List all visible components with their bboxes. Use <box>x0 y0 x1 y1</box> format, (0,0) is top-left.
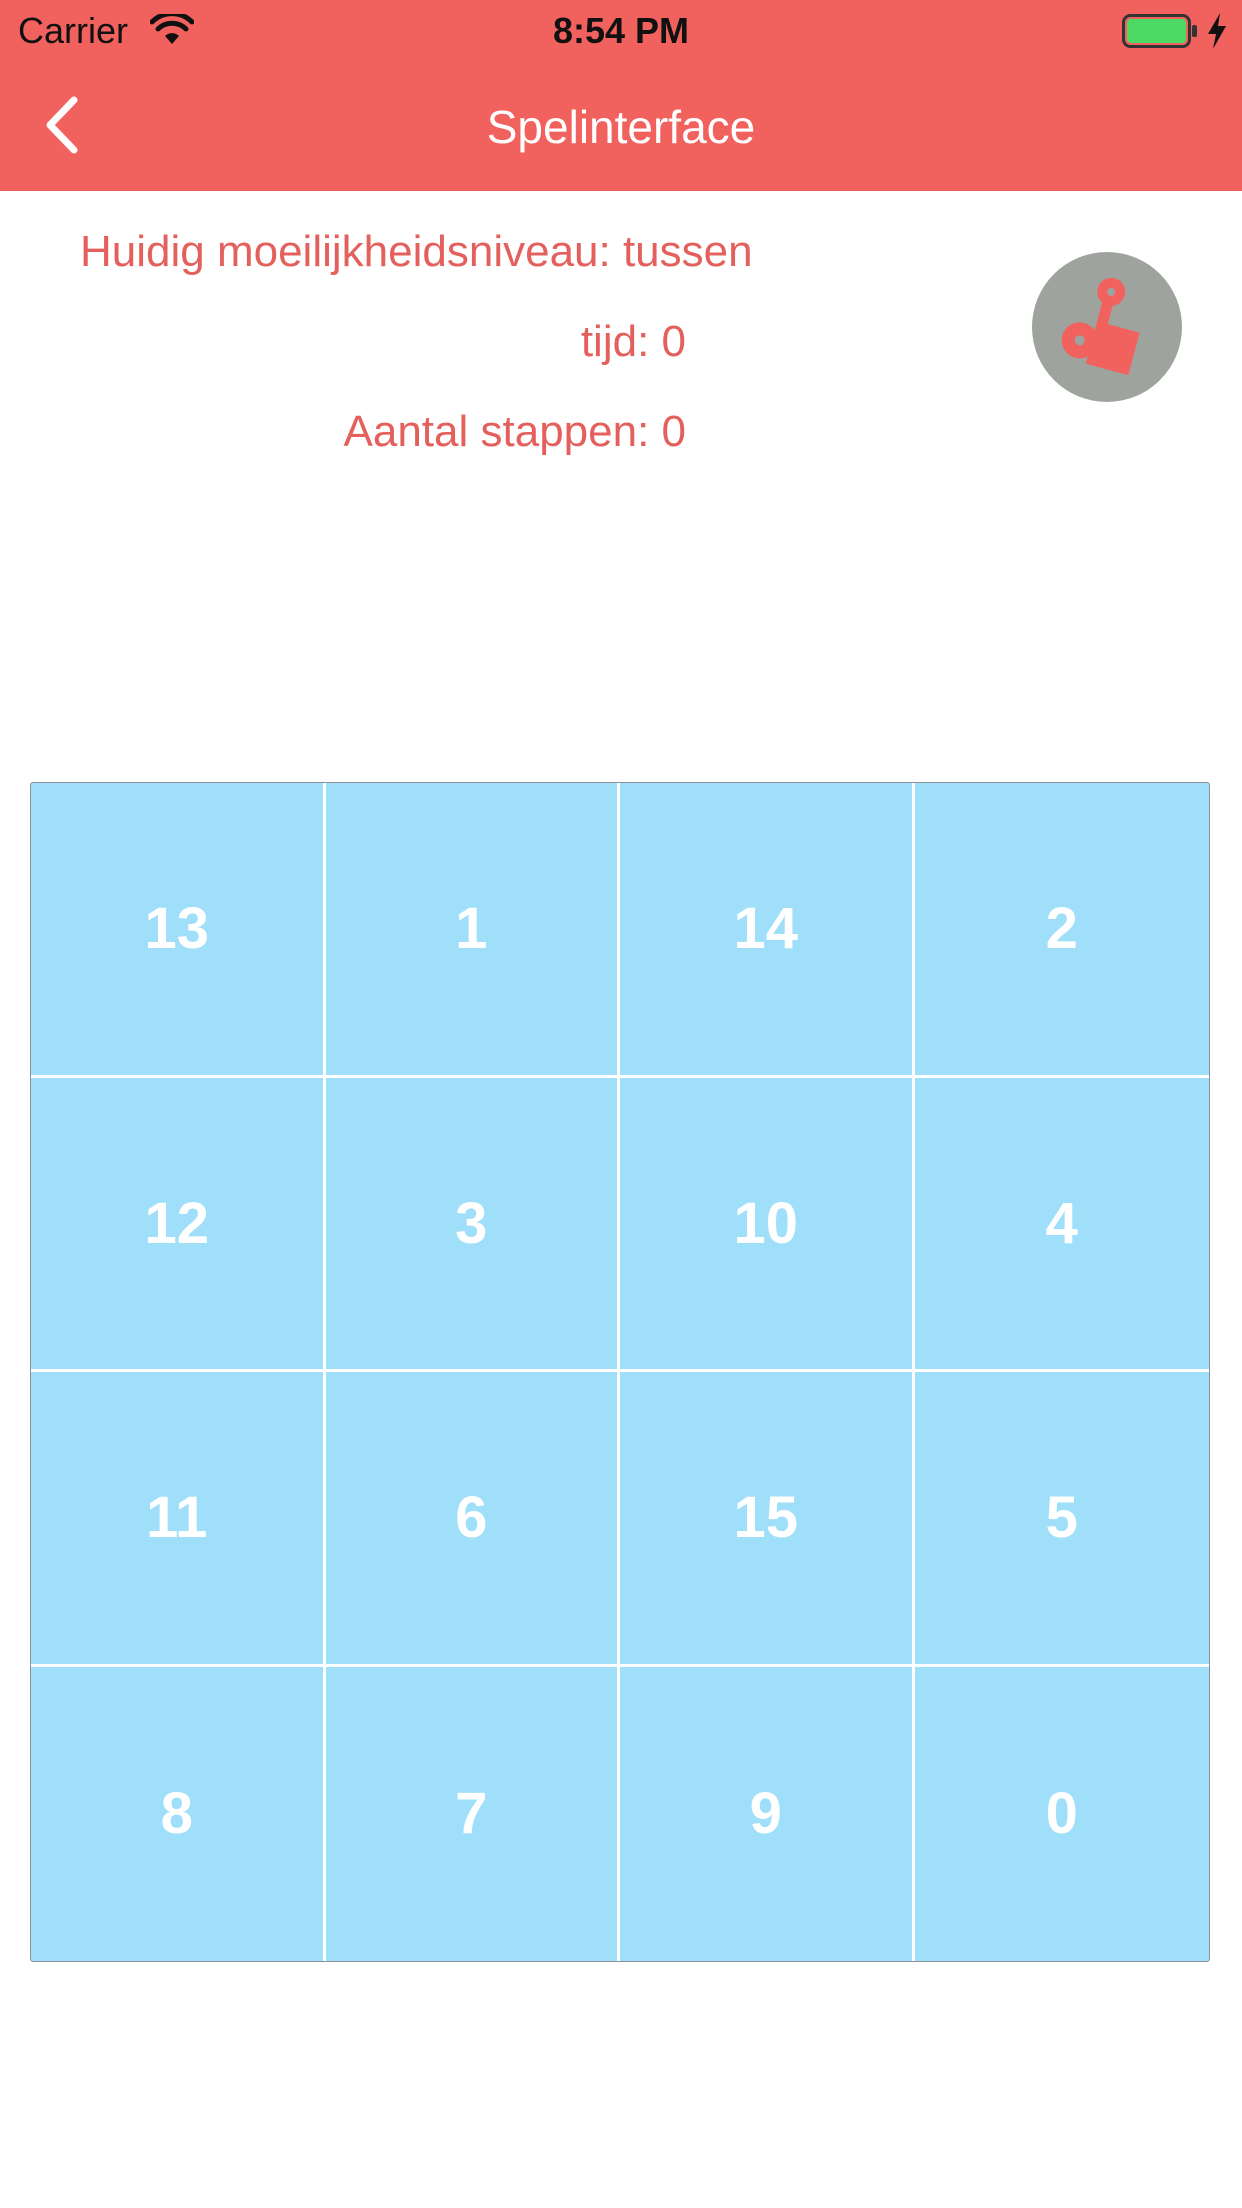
puzzle-tile[interactable]: 3 <box>325 1077 620 1372</box>
puzzle-tile[interactable]: 11 <box>31 1372 326 1667</box>
puzzle-tile[interactable]: 4 <box>914 1078 1209 1372</box>
battery-icon <box>1122 14 1197 48</box>
puzzle-tile[interactable]: 2 <box>914 783 1209 1078</box>
status-time: 8:54 PM <box>552 10 690 51</box>
difficulty-label: Huidig moeilijkheidsniveau: tussen <box>80 227 753 276</box>
status-bar: Carrier 8:54 PM <box>0 0 1242 60</box>
puzzle-tile[interactable]: 7 <box>326 1666 620 1961</box>
music-toggle-button[interactable] <box>1032 252 1182 402</box>
puzzle-tile[interactable]: 6 <box>325 1372 620 1667</box>
puzzle-tile[interactable]: 10 <box>620 1077 915 1372</box>
puzzle-tile[interactable]: 1 <box>325 783 620 1078</box>
puzzle-tile[interactable]: 12 <box>31 1077 326 1372</box>
steps-counter: Aantal stappen: 0 <box>343 407 686 456</box>
puzzle-tile[interactable]: 13 <box>31 783 326 1078</box>
puzzle-tile[interactable]: 15 <box>620 1372 915 1667</box>
time-counter: tijd: 0 <box>580 317 686 366</box>
puzzle-tile[interactable]: 0 <box>915 1667 1210 1962</box>
puzzle-tile[interactable]: 5 <box>914 1372 1209 1667</box>
navigation-header: Carrier 8:54 PM Spelinterface <box>0 0 1242 191</box>
music-note-icon <box>1061 277 1140 376</box>
charging-bolt-icon <box>1208 13 1226 49</box>
page-title: Spelinterface <box>486 101 756 153</box>
puzzle-tile[interactable]: 8 <box>31 1666 326 1961</box>
puzzle-tile[interactable]: 14 <box>620 783 915 1078</box>
puzzle-board: 13 1 14 2 12 3 10 4 11 6 15 5 8 7 9 0 <box>30 782 1210 1962</box>
puzzle-tile[interactable]: 9 <box>620 1666 915 1961</box>
